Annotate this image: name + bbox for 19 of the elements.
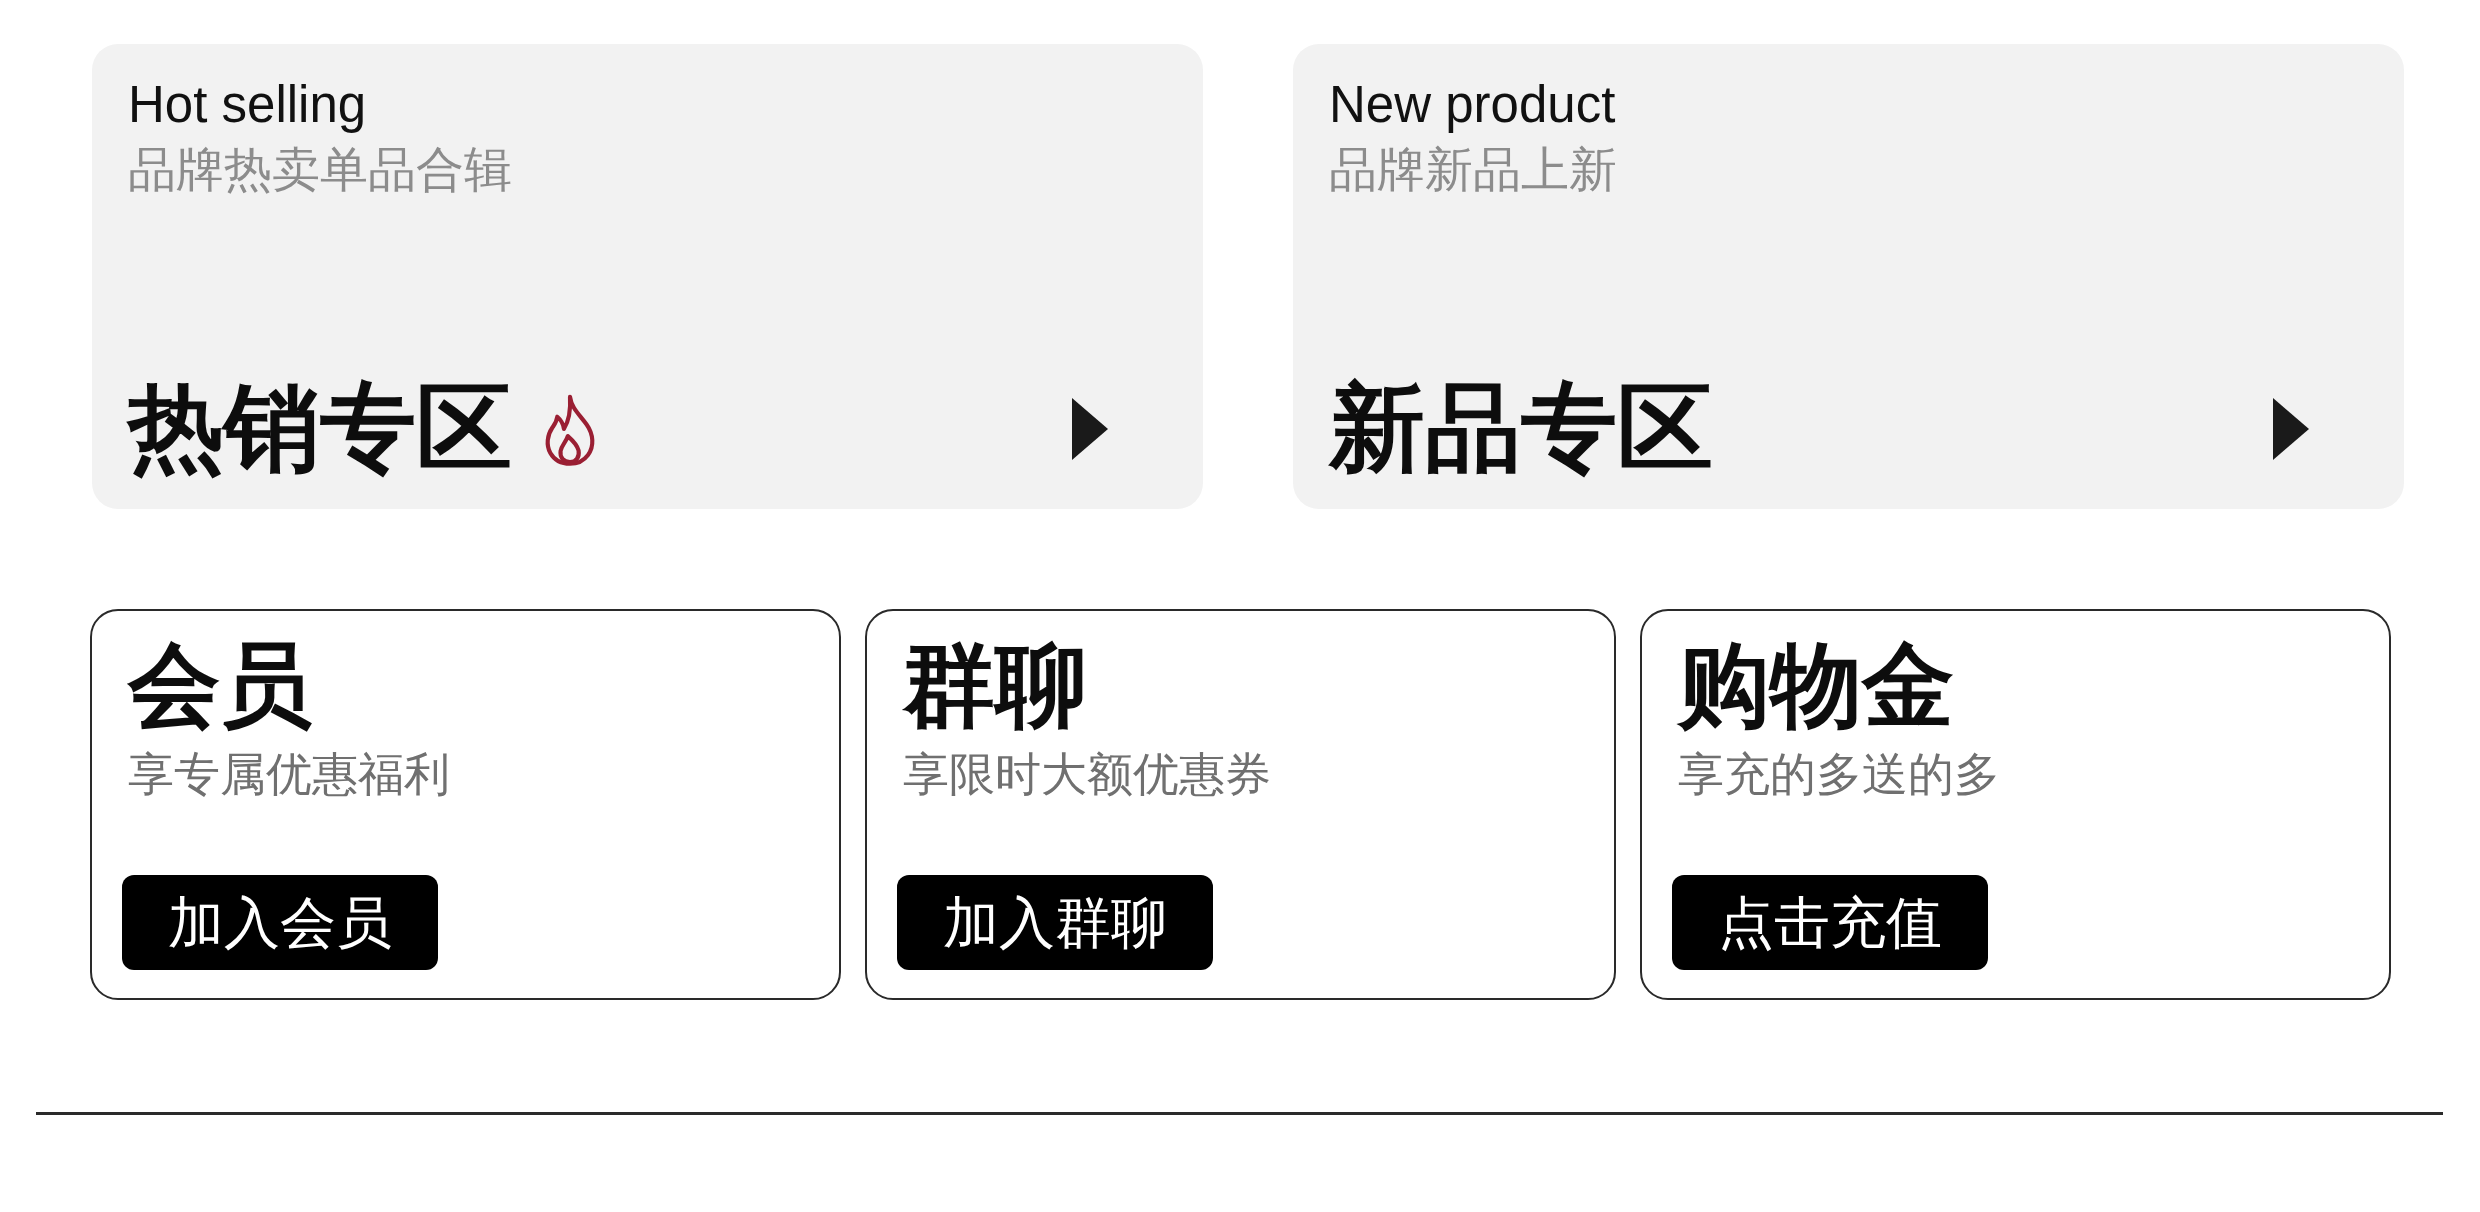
benefit-subtitle: 享限时大额优惠券 bbox=[903, 746, 1271, 802]
benefit-title: 购物金 bbox=[1678, 633, 1954, 738]
card-title: New product bbox=[1329, 75, 1616, 135]
caret-right-icon bbox=[1072, 398, 1108, 461]
action-button[interactable]: 加入群聊 bbox=[897, 875, 1213, 970]
promo-card[interactable]: New product 品牌新品上新 新品专区 bbox=[1293, 44, 2404, 509]
action-button[interactable]: 加入会员 bbox=[122, 875, 438, 970]
benefit-subtitle: 享专属优惠福利 bbox=[128, 746, 450, 802]
card-subtitle: 品牌新品上新 bbox=[1329, 142, 1617, 199]
caret-right-icon bbox=[2273, 398, 2309, 461]
card-subtitle: 品牌热卖单品合辑 bbox=[128, 142, 512, 199]
promo-card[interactable]: Hot selling 品牌热卖单品合辑 热销专区 bbox=[92, 44, 1203, 509]
card-title: Hot selling bbox=[128, 75, 367, 135]
section-heading: 新品专区 bbox=[1329, 372, 1713, 483]
benefit-title: 群聊 bbox=[903, 633, 1087, 738]
action-button[interactable]: 点击充值 bbox=[1672, 875, 1988, 970]
benefit-subtitle: 享充的多送的多 bbox=[1678, 746, 2000, 802]
section-heading: 热销专区 bbox=[128, 372, 512, 483]
benefit-title: 会员 bbox=[128, 633, 312, 738]
